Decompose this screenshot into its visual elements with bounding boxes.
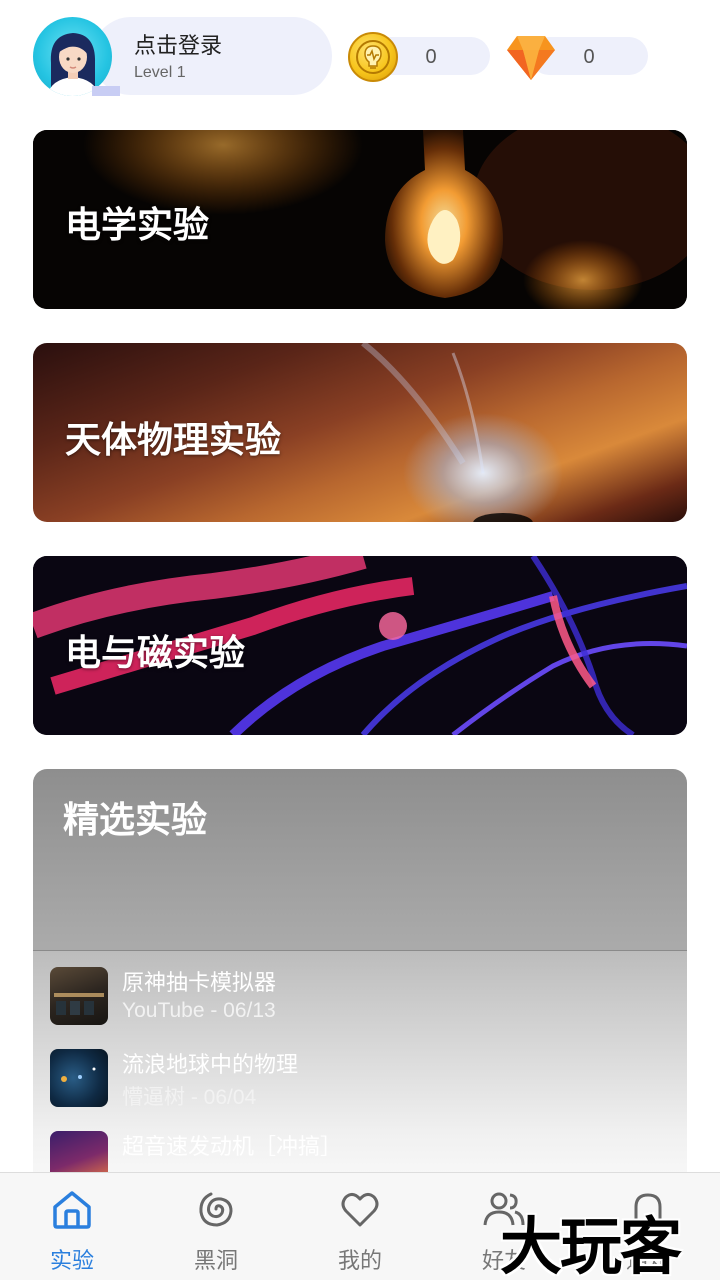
gem-count: 0 bbox=[583, 46, 595, 68]
item-title: 超音速发动机［冲搞］ bbox=[122, 1135, 343, 1160]
category-label: 天体物理实验 bbox=[65, 420, 282, 461]
tab-blackhole[interactable]: 黑洞 bbox=[144, 1173, 288, 1280]
item-meta: 懵逼树 - 06/04 bbox=[122, 1086, 257, 1109]
coin-icon bbox=[348, 32, 398, 82]
tab-favorites[interactable]: 我的 bbox=[288, 1173, 432, 1280]
list-item[interactable]: 流浪地球中的物理 懵逼树 - 06/04 bbox=[50, 1049, 670, 1109]
featured-title: 精选实验 bbox=[63, 800, 208, 841]
home-icon bbox=[53, 1191, 91, 1229]
featured-list: 原神抽卡模拟器 YouTube - 06/13 流浪地球中的物理 懵逼树 - 0… bbox=[33, 951, 687, 1189]
thumbnail bbox=[50, 967, 108, 1025]
diamond-icon bbox=[505, 30, 557, 82]
item-title: 原神抽卡模拟器 bbox=[122, 971, 277, 996]
tab-label: 黑洞 bbox=[193, 1249, 238, 1274]
item-meta: YouTube - 06/13 bbox=[122, 999, 276, 1022]
category-card-astrophysics[interactable]: 天体物理实验 bbox=[33, 343, 687, 522]
avatar-badge bbox=[92, 86, 120, 96]
level-label: Level 1 bbox=[134, 64, 186, 81]
avatar[interactable] bbox=[33, 17, 112, 96]
watermark: 大玩客 bbox=[500, 1210, 682, 1280]
spiral-icon bbox=[199, 1192, 233, 1227]
heart-icon bbox=[341, 1192, 379, 1227]
featured-section: 精选实验 原神抽卡模拟器 YouTube - 06/13 流浪地球中的物理 懵逼… bbox=[33, 769, 687, 1189]
item-title: 流浪地球中的物理 bbox=[122, 1053, 299, 1078]
coin-count: 0 bbox=[425, 46, 437, 68]
list-item[interactable]: 原神抽卡模拟器 YouTube - 06/13 bbox=[50, 967, 670, 1027]
thumbnail bbox=[50, 1049, 108, 1107]
category-label: 电与磁实验 bbox=[65, 633, 246, 674]
header: 点击登录 Level 1 0 0 bbox=[0, 0, 720, 112]
category-card-electricity[interactable]: 电学实验 bbox=[33, 130, 687, 309]
category-card-electromagnetism[interactable]: 电与磁实验 bbox=[33, 556, 687, 735]
tab-experiments[interactable]: 实验 bbox=[0, 1173, 144, 1280]
tab-label: 我的 bbox=[337, 1249, 382, 1274]
login-title[interactable]: 点击登录 bbox=[134, 28, 222, 60]
tab-label: 实验 bbox=[49, 1249, 94, 1274]
category-label: 电学实验 bbox=[65, 205, 210, 246]
